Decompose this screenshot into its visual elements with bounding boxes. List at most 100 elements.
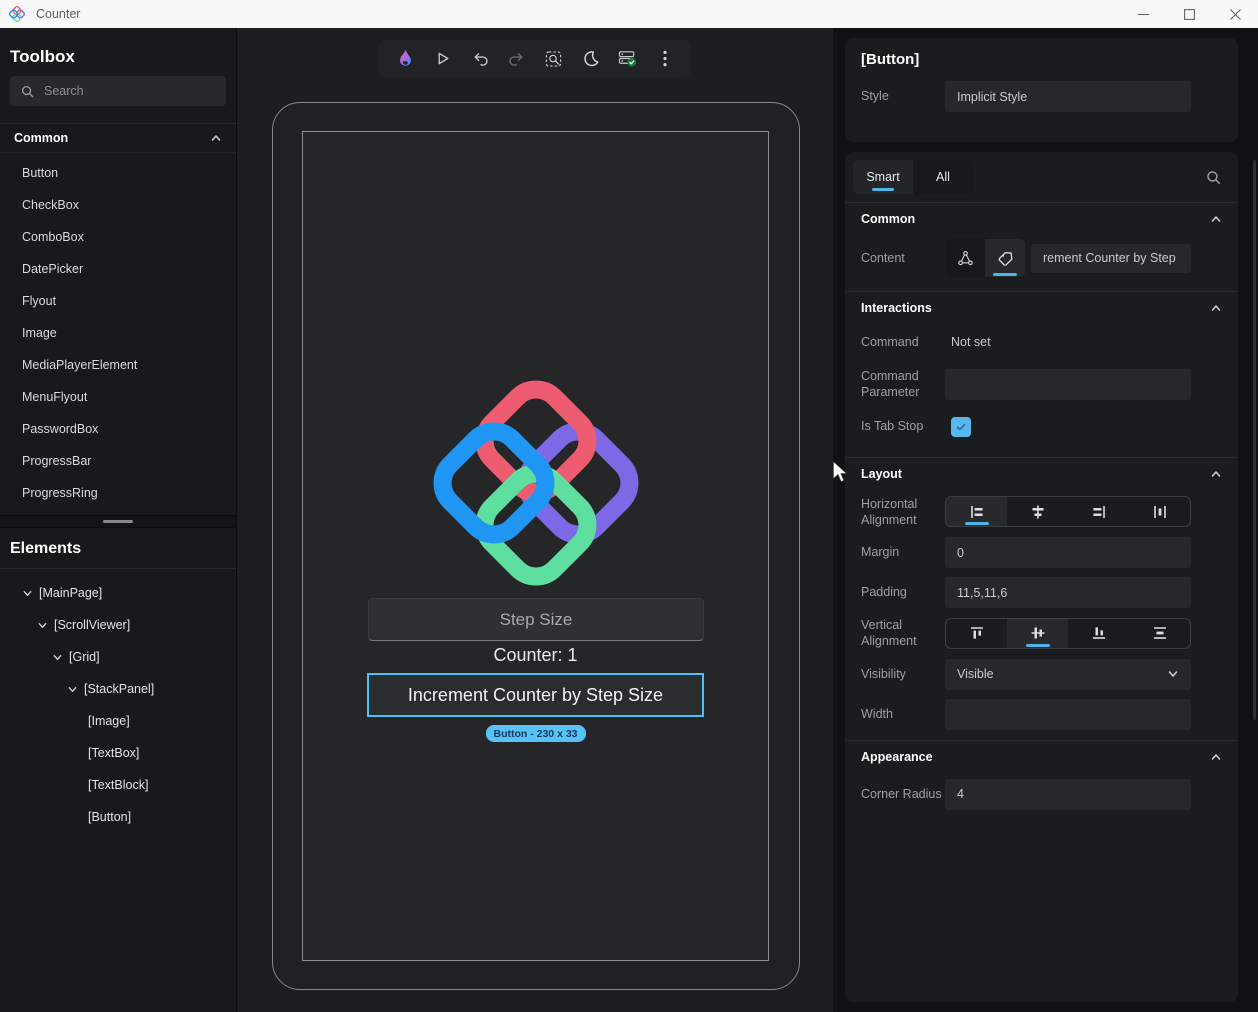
toolbox-item[interactable]: PasswordBox bbox=[0, 413, 236, 445]
margin-input[interactable]: 0 bbox=[945, 537, 1191, 568]
toolbox-panel: Toolbox Search Common Button CheckBox Comb… bbox=[0, 28, 237, 1012]
align-top-button[interactable] bbox=[946, 619, 1007, 648]
toolbox-item[interactable]: Button bbox=[0, 157, 236, 189]
hot-reload-flame-icon[interactable] bbox=[393, 46, 419, 72]
toolbox-item[interactable]: MenuFlyout bbox=[0, 381, 236, 413]
tree-item-label: [TextBlock] bbox=[88, 778, 149, 792]
align-bottom-button[interactable] bbox=[1068, 619, 1129, 648]
tab-active-underline bbox=[872, 188, 894, 191]
maximize-button[interactable] bbox=[1166, 0, 1212, 28]
toolbox-item[interactable]: ProgressRing bbox=[0, 477, 236, 509]
tree-item[interactable]: [TextBlock] bbox=[0, 769, 236, 801]
tree-item[interactable]: [Button] bbox=[0, 801, 236, 833]
chevron-down-icon bbox=[52, 652, 63, 663]
tree-item[interactable]: [ScrollViewer] bbox=[0, 609, 236, 641]
width-input[interactable] bbox=[945, 698, 1191, 730]
visibility-row: Visibility Visible bbox=[845, 658, 1238, 690]
toolbox-section-common[interactable]: Common bbox=[0, 123, 236, 153]
tree-item[interactable]: [Image] bbox=[0, 705, 236, 737]
connection-ok-icon[interactable] bbox=[615, 46, 641, 72]
toolbox-item[interactable]: MediaPlayerElement bbox=[0, 349, 236, 381]
toolbox-item[interactable]: CheckBox bbox=[0, 189, 236, 221]
align-right-button[interactable] bbox=[1068, 497, 1129, 526]
section-appearance[interactable]: Appearance bbox=[845, 743, 1238, 771]
section-common[interactable]: Common bbox=[845, 205, 1238, 233]
play-icon[interactable] bbox=[430, 46, 456, 72]
toolbox-item[interactable]: Flyout bbox=[0, 285, 236, 317]
content-input[interactable]: rement Counter by Step Size bbox=[1031, 243, 1191, 273]
tree-item[interactable]: [Grid] bbox=[0, 641, 236, 673]
align-left-button[interactable] bbox=[946, 497, 1007, 527]
padding-input[interactable]: 11,5,11,6 bbox=[945, 577, 1191, 608]
align-stretch-horizontal-button[interactable] bbox=[1129, 497, 1190, 526]
binding-icon bbox=[957, 250, 973, 265]
style-label: Style bbox=[861, 89, 889, 104]
scrollbar[interactable] bbox=[1253, 160, 1256, 720]
step-size-placeholder: Step Size bbox=[499, 609, 573, 629]
panel-splitter[interactable] bbox=[0, 515, 236, 528]
inspect-element-icon[interactable] bbox=[541, 46, 567, 72]
is-tab-stop-checkbox[interactable] bbox=[951, 416, 971, 437]
increment-button[interactable]: Increment Counter by Step Size bbox=[367, 673, 704, 717]
content-binding-mode-button[interactable] bbox=[945, 239, 985, 277]
tree-item-label: [Grid] bbox=[69, 650, 100, 664]
command-parameter-input[interactable] bbox=[945, 368, 1191, 400]
command-parameter-row: Command Parameter bbox=[845, 368, 1238, 401]
align-bottom-icon bbox=[1092, 627, 1105, 640]
close-button[interactable] bbox=[1212, 0, 1258, 28]
tree-item-label: [ScrollViewer] bbox=[54, 618, 131, 632]
align-left-icon bbox=[970, 505, 983, 518]
device-screen: Step Size Counter: 1 Increment Counter b… bbox=[302, 131, 769, 961]
check-icon bbox=[956, 423, 966, 430]
tag-icon bbox=[998, 251, 1012, 266]
align-top-icon bbox=[970, 627, 983, 639]
more-options-icon[interactable] bbox=[652, 46, 678, 72]
toolbox-item[interactable]: ComboBox bbox=[0, 221, 236, 253]
properties-search-icon[interactable] bbox=[1205, 169, 1222, 186]
section-interactions[interactable]: Interactions bbox=[845, 294, 1238, 322]
title-bar: Counter bbox=[0, 0, 1258, 28]
vertical-alignment-label: Vertical Alignment bbox=[861, 618, 917, 649]
visibility-select[interactable]: Visible bbox=[945, 658, 1191, 690]
content-literal-mode-button[interactable] bbox=[985, 239, 1025, 277]
corner-radius-input[interactable]: 4 bbox=[945, 778, 1191, 810]
chevron-up-icon bbox=[210, 132, 222, 144]
section-layout[interactable]: Layout bbox=[845, 460, 1238, 488]
mouse-cursor bbox=[833, 461, 848, 483]
minimize-button[interactable] bbox=[1120, 0, 1166, 28]
chevron-down-icon bbox=[67, 684, 78, 695]
selected-element-card: [Button] Style Implicit Style bbox=[845, 38, 1238, 142]
align-center-vertical-button[interactable] bbox=[1007, 618, 1068, 648]
redo-icon[interactable] bbox=[504, 46, 530, 72]
tree-item-label: [MainPage] bbox=[39, 586, 103, 600]
align-stretch-vertical-button[interactable] bbox=[1129, 619, 1190, 648]
vertical-alignment-group bbox=[945, 617, 1191, 649]
increment-button-label: Increment Counter by Step Size bbox=[407, 684, 664, 705]
style-input[interactable]: Implicit Style bbox=[945, 81, 1191, 112]
step-size-textbox[interactable]: Step Size bbox=[368, 598, 704, 641]
app-logo bbox=[421, 368, 651, 598]
theme-moon-icon[interactable] bbox=[578, 46, 604, 72]
chevron-up-icon bbox=[1210, 468, 1222, 480]
align-center-horizontal-button[interactable] bbox=[1007, 497, 1068, 526]
toolbox-section-label: Common bbox=[14, 131, 69, 145]
selected-element-title: [Button] bbox=[861, 51, 920, 68]
toolbox-item[interactable]: ProgressBar bbox=[0, 445, 236, 477]
tree-item[interactable]: [StackPanel] bbox=[0, 673, 236, 705]
tree-item[interactable]: [MainPage] bbox=[0, 577, 236, 609]
width-row: Width bbox=[845, 698, 1238, 730]
horizontal-alignment-label: Horizontal Alignment bbox=[861, 496, 918, 527]
tree-item[interactable]: [TextBox] bbox=[0, 737, 236, 769]
tab[interactable]: Smart bbox=[853, 160, 913, 194]
command-value[interactable]: Not set bbox=[951, 335, 991, 349]
toolbox-search-input[interactable]: Search bbox=[10, 76, 226, 106]
toolbox-item[interactable]: DatePicker bbox=[0, 253, 236, 285]
tab[interactable]: All bbox=[913, 160, 973, 194]
tabs-group: Smart All bbox=[853, 160, 973, 194]
elements-tree: [MainPage] [ScrollViewer] [Grid] [StackP… bbox=[0, 569, 236, 833]
divider bbox=[845, 739, 1238, 741]
toolbox-item[interactable]: Image bbox=[0, 317, 236, 349]
undo-icon[interactable] bbox=[467, 46, 493, 72]
padding-row: Padding 11,5,11,6 bbox=[845, 577, 1238, 608]
margin-label: Margin bbox=[861, 545, 900, 560]
